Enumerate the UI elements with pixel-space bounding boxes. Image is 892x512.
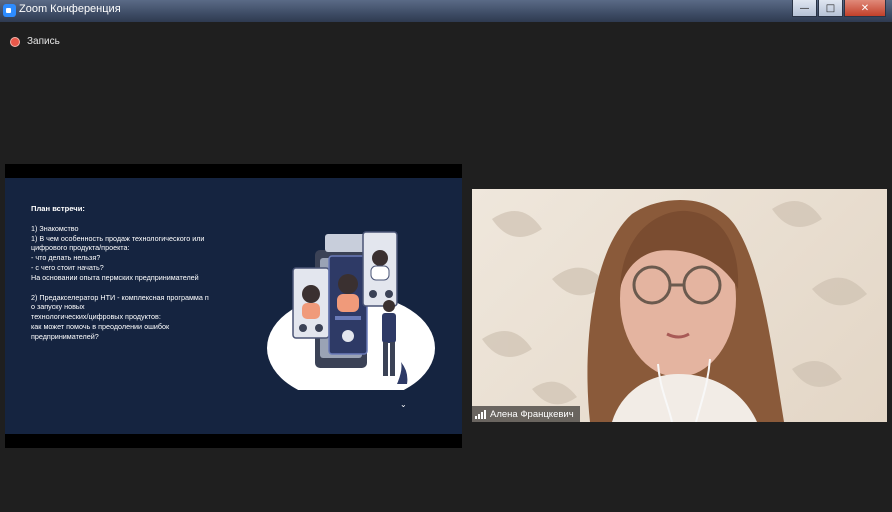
minimize-button[interactable]: — — [792, 0, 817, 17]
slide-line: технологических/цифровых продуктов: — [31, 312, 161, 322]
participant-video-image — [482, 200, 867, 422]
presentation-slide: План встречи: 1) Знакомство 1) В чем осо… — [5, 178, 462, 434]
participant-name: Алена Францкевич — [490, 408, 574, 420]
close-button[interactable]: ✕ — [844, 0, 886, 17]
slide-line: как может помочь в преодолении ошибок — [31, 321, 170, 331]
slide-heading: План встречи: — [31, 204, 85, 213]
record-dot-icon — [10, 36, 20, 47]
title-bar: Zoom Конференция — □ ✕ — [0, 0, 892, 22]
recording-indicator: Запись — [10, 36, 60, 47]
slide-line: 1) Знакомство — [31, 223, 79, 233]
slide-line: предпринимателей? — [31, 331, 99, 341]
slide-text: План встречи: 1) Знакомство 1) В чем осо… — [31, 204, 251, 342]
slide-line: - с чего стоит начать? — [31, 262, 104, 272]
dating-app-illustration — [267, 231, 435, 390]
connection-signal-icon — [475, 409, 486, 419]
shared-screen[interactable]: План встречи: 1) Знакомство 1) В чем осо… — [5, 164, 462, 448]
maximize-button[interactable]: □ — [818, 0, 843, 17]
slide-line: На основании опыта пермских предпринимат… — [31, 272, 199, 282]
window-title: Zoom Конференция — [19, 3, 121, 15]
slide-line: о запуску новых — [31, 302, 85, 312]
recording-label: Запись — [27, 36, 60, 47]
slide-line: - что делать нельзя? — [31, 253, 101, 263]
participant-video[interactable]: Алена Францкевич — [472, 189, 887, 422]
slide-line: цифрового продукта/проекта: — [31, 243, 130, 253]
participant-name-tag: Алена Францкевич — [472, 406, 580, 422]
slide-line: 1) В чем особенность продаж технологичес… — [31, 233, 205, 243]
slide-line: 2) Предакселератор НТИ - комплексная про… — [31, 292, 209, 302]
mouse-cursor-icon: ⌄ — [400, 400, 407, 409]
zoom-logo-icon — [3, 4, 16, 17]
window-controls: — □ ✕ — [792, 0, 886, 17]
